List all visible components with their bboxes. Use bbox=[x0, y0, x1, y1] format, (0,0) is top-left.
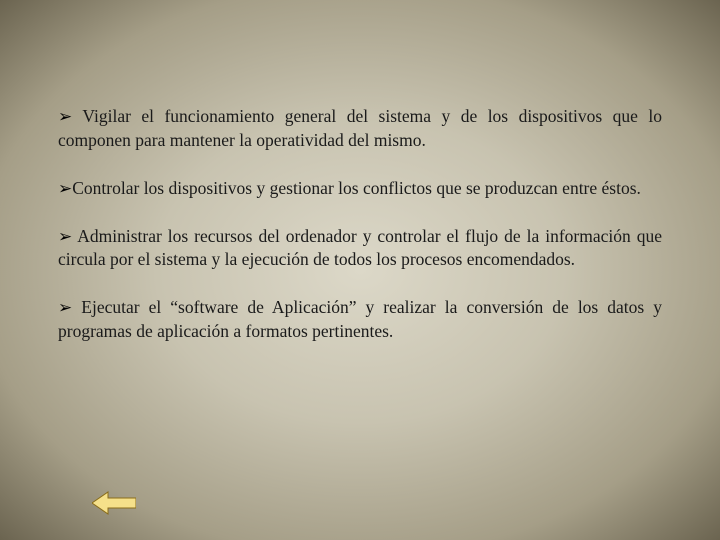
bullet-icon: ➢ bbox=[58, 227, 72, 246]
list-item: ➢ Administrar los recursos del ordenador… bbox=[58, 225, 662, 273]
back-arrow-button[interactable] bbox=[92, 490, 136, 516]
list-item: ➢Controlar los dispositivos y gestionar … bbox=[58, 177, 662, 201]
bullet-text: Vigilar el funcionamiento general del si… bbox=[58, 106, 662, 150]
bullet-text: Administrar los recursos del ordenador y… bbox=[58, 226, 662, 270]
bullet-icon: ➢ bbox=[58, 107, 72, 126]
list-item: ➢ Vigilar el funcionamiento general del … bbox=[58, 105, 662, 153]
slide-content: ➢ Vigilar el funcionamiento general del … bbox=[0, 0, 720, 344]
arrow-left-icon bbox=[92, 490, 136, 516]
bullet-icon: ➢ bbox=[58, 298, 72, 317]
bullet-text: Ejecutar el “software de Aplicación” y r… bbox=[58, 297, 662, 341]
list-item: ➢ Ejecutar el “software de Aplicación” y… bbox=[58, 296, 662, 344]
bullet-icon: ➢ bbox=[58, 179, 72, 198]
bullet-text: Controlar los dispositivos y gestionar l… bbox=[72, 178, 641, 198]
